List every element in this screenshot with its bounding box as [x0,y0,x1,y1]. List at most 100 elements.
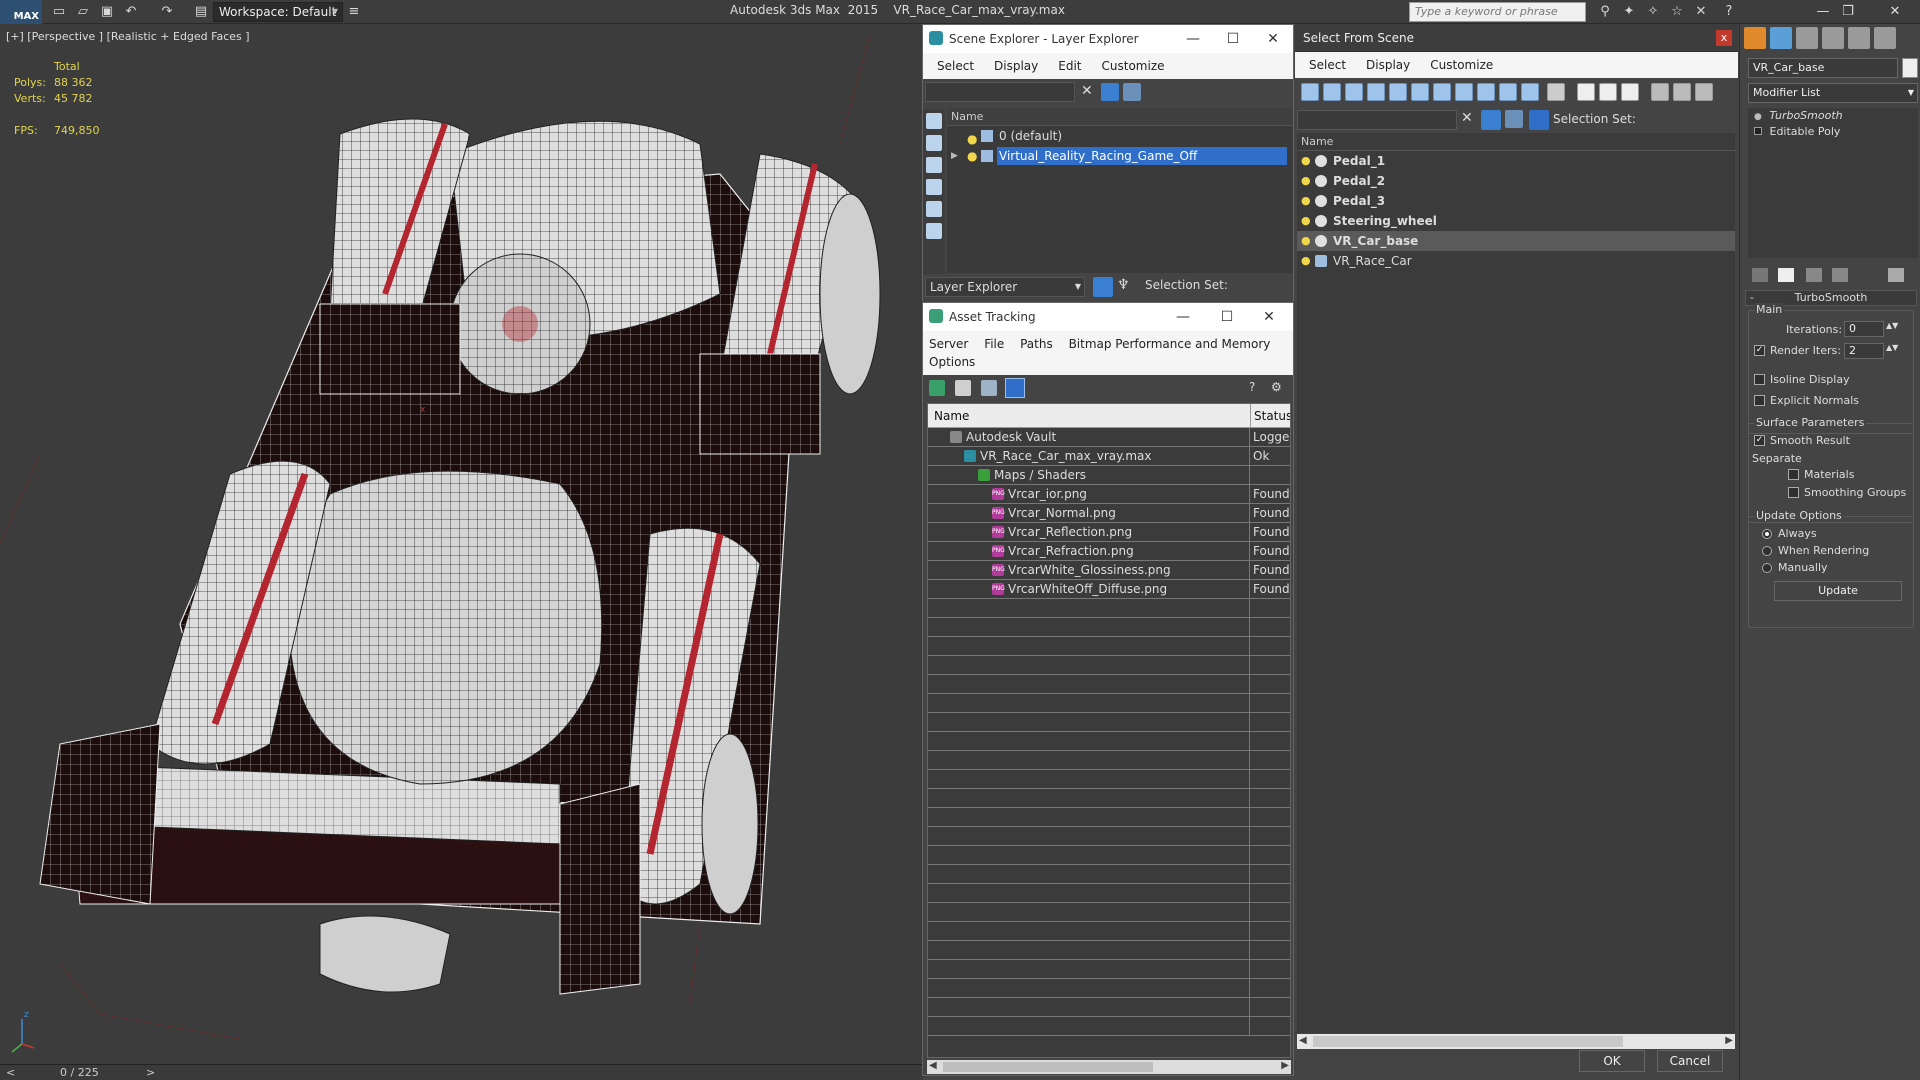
geometry-filter-icon[interactable] [1301,83,1319,101]
scroll-right-icon[interactable]: ▶ [1725,1035,1733,1046]
help-icon[interactable]: ? [1249,380,1265,396]
asset-row[interactable]: PNG Vrcar_Reflection.png Found [928,523,1290,542]
modifier-stack-item[interactable]: Editable Poly [1748,124,1918,140]
lightbulb-icon[interactable]: ● [1301,211,1311,231]
display-geometry-icon[interactable] [926,113,942,129]
select-search-input[interactable] [1297,110,1457,130]
display-lights-icon[interactable] [926,157,942,173]
menu-display[interactable]: Display [984,59,1048,73]
object-row[interactable]: ● Pedal_1 [1297,151,1735,171]
binoculars-icon[interactable]: ⚲ [1596,3,1614,21]
horizontal-scrollbar[interactable]: ◀ ▶ [927,1060,1291,1074]
asset-row[interactable]: PNG VrcarWhite_Glossiness.png Found [928,561,1290,580]
lights-filter-icon[interactable] [1345,83,1363,101]
close-x-icon[interactable]: ✕ [1692,3,1710,21]
close-icon[interactable]: ✕ [1249,303,1289,331]
scene-explorer-titlebar[interactable]: Scene Explorer - Layer Explorer — ☐ ✕ [923,25,1293,53]
iterations-spinner[interactable]: 0 [1844,321,1884,337]
display-shapes-icon[interactable] [926,135,942,151]
menu-display[interactable]: Display [1356,58,1420,72]
layer-row-default[interactable]: ● 0 (default) [947,126,1293,146]
hierarchy-icon[interactable] [1529,110,1549,130]
containers-filter-icon[interactable] [1499,83,1517,101]
asset-row[interactable]: PNG Vrcar_ior.png Found [928,485,1290,504]
select-invert-icon[interactable] [1599,83,1617,101]
undo-icon[interactable]: ↶ [122,3,140,21]
asset-row[interactable] [928,789,1290,808]
create-tab-icon[interactable] [1744,27,1766,49]
maximize-icon[interactable]: ☐ [1213,25,1253,53]
asset-row[interactable] [928,656,1290,675]
clear-search-icon[interactable]: ✕ [1461,110,1473,126]
utilities-tab-icon[interactable] [1874,27,1896,49]
ok-button[interactable]: OK [1579,1050,1645,1072]
menu-server[interactable]: Server [929,337,968,351]
menu-icon[interactable]: ≡ [345,3,363,21]
asset-row[interactable]: PNG VrcarWhiteOff_Diffuse.png Found [928,580,1290,599]
menu-customize[interactable]: Customize [1092,59,1175,73]
asset-row[interactable] [928,1017,1290,1036]
layer-options-icon[interactable] [1123,83,1141,101]
menu-file[interactable]: File [984,337,1004,351]
spacewarps-filter-icon[interactable] [1411,83,1429,101]
new-file-icon[interactable]: ▭ [50,3,68,21]
modify-tab-icon[interactable] [1770,27,1792,49]
render-iters-spinner[interactable]: 2 [1844,343,1884,359]
asset-row[interactable] [928,618,1290,637]
save-icon[interactable]: ▣ [98,3,116,21]
lightbulb-icon[interactable]: ● [1301,251,1311,271]
thumbnail-view-icon[interactable] [981,380,997,396]
layer-explorer-icon[interactable] [1093,277,1113,297]
redo-icon[interactable]: ↷ [158,3,176,21]
select-from-scene-titlebar[interactable]: Select From Scene x [1295,24,1738,52]
search-input[interactable]: Type a keyword or phrase [1409,2,1586,22]
asset-row[interactable] [928,770,1290,789]
asset-row[interactable] [928,865,1290,884]
object-row[interactable]: ● VR_Race_Car [1297,251,1735,271]
layer-tree-column-name[interactable]: Name [947,108,1293,126]
asset-row[interactable]: PNG Vrcar_Refraction.png Found [928,542,1290,561]
when-rendering-radio[interactable] [1762,546,1772,556]
viewport-label[interactable]: [+] [Perspective ] [Realistic + Edged Fa… [6,30,250,43]
asset-row[interactable]: PNG Vrcar_Normal.png Found [928,504,1290,523]
frozen-filter-icon[interactable] [1521,83,1539,101]
helpers-filter-icon[interactable] [1389,83,1407,101]
motion-tab-icon[interactable] [1822,27,1844,49]
open-file-icon[interactable]: ▱ [74,3,92,21]
display-all-icon[interactable] [926,223,942,239]
asset-row[interactable]: Autodesk Vault Logged [928,428,1290,447]
object-row[interactable]: ● Pedal_3 [1297,191,1735,211]
shapes-filter-icon[interactable] [1323,83,1341,101]
expand-arrow-icon[interactable]: ▶ [951,146,958,166]
smooth-result-checkbox[interactable]: ✓ [1754,435,1765,446]
table-view-icon[interactable] [1005,378,1025,398]
filter-icon[interactable] [1651,83,1669,101]
modifier-stack-item[interactable]: ● TurboSmooth [1748,108,1918,124]
object-row[interactable]: ● Pedal_2 [1297,171,1735,191]
asset-row[interactable] [928,637,1290,656]
pin-stack-icon[interactable] [1752,268,1768,282]
hierarchy-tab-icon[interactable] [1796,27,1818,49]
asset-row[interactable]: VR_Race_Car_max_vray.max Ok [928,447,1290,466]
scroll-thumb[interactable] [1313,1036,1623,1047]
menu-paths[interactable]: Paths [1020,337,1053,351]
always-radio[interactable] [1762,529,1772,539]
asset-row[interactable] [928,751,1290,770]
maximize-icon[interactable]: ☐ [1207,303,1247,331]
menu-select[interactable]: Select [927,59,984,73]
minimize-icon[interactable]: — [1163,303,1203,331]
scroll-right-icon[interactable]: ▶ [1281,1060,1289,1071]
lightbulb-icon[interactable]: ● [1301,191,1311,211]
asset-row[interactable] [928,884,1290,903]
configure-sets-icon[interactable] [1888,268,1904,282]
explorer-type-dropdown[interactable]: Layer Explorer ▼ [925,277,1085,297]
scroll-left-icon[interactable]: ◀ [929,1060,937,1071]
asset-row[interactable] [928,827,1290,846]
tools-icon[interactable]: ✦ [1620,3,1638,21]
select-all-icon[interactable] [1547,83,1565,101]
workspace-dropdown[interactable]: Workspace: Default ▼ [213,2,343,22]
lightbulb-icon[interactable]: ● [1301,231,1311,251]
object-row[interactable]: ● VR_Car_base [1297,231,1735,251]
object-row[interactable]: ● Steering_wheel [1297,211,1735,231]
select-none-icon[interactable] [1577,83,1595,101]
